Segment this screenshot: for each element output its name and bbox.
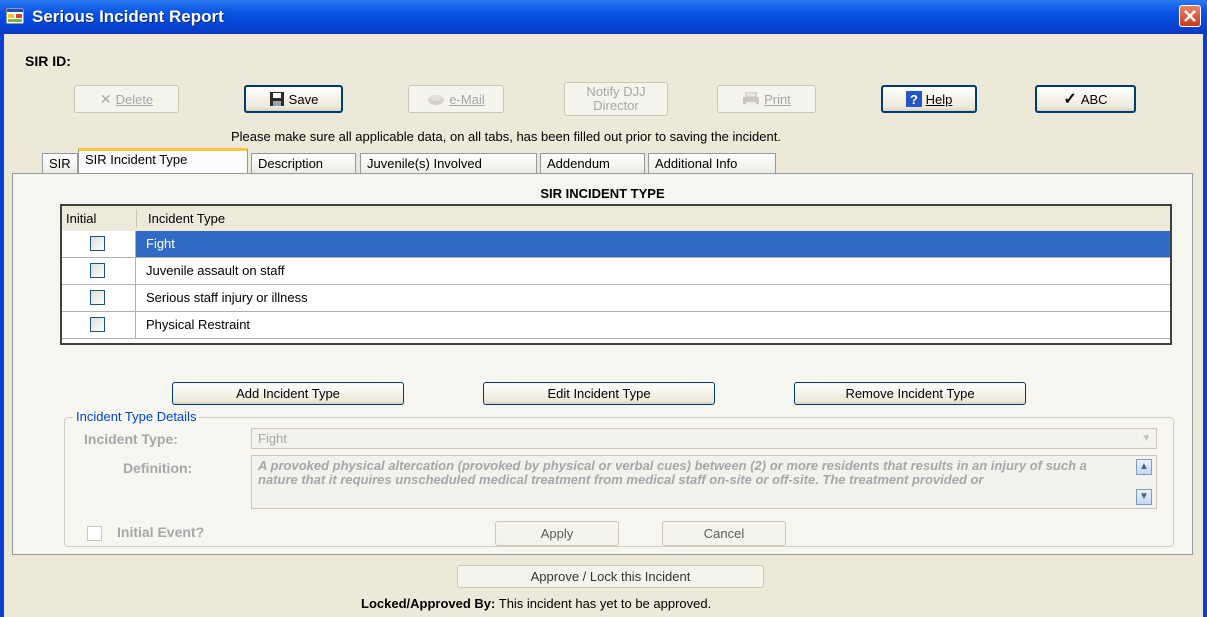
save-notice: Please make sure all applicable data, on… (231, 129, 781, 144)
tab-juveniles-involved[interactable]: Juvenile(s) Involved (360, 153, 537, 173)
email-icon (428, 95, 445, 105)
print-label: Print (764, 91, 791, 107)
initial-checkbox[interactable] (90, 236, 105, 251)
help-label: Help (925, 91, 953, 107)
add-incident-type-button[interactable]: Add Incident Type (172, 382, 404, 405)
initial-event-checkbox[interactable] (87, 526, 102, 541)
definition-text: A provoked physical altercation (provoke… (258, 458, 1087, 487)
initial-cell (62, 231, 136, 257)
locked-label: Locked/Approved By: (361, 596, 496, 611)
remove-incident-type-button[interactable]: Remove Incident Type (794, 382, 1026, 405)
incident-type-combobox[interactable]: Fight ▼ (251, 428, 1157, 449)
svg-text:?: ? (910, 92, 918, 107)
floppy-disk-icon (269, 92, 284, 106)
initial-checkbox[interactable] (90, 290, 105, 305)
definition-textarea[interactable]: A provoked physical altercation (provoke… (251, 455, 1157, 509)
table-row[interactable]: Fight (62, 231, 1170, 258)
notify-label-line1: Notify DJJ (586, 84, 646, 99)
tab-addendum[interactable]: Addendum (540, 153, 645, 173)
incident-type-cell: Fight (146, 236, 175, 251)
scroll-up-icon[interactable]: ▲ (1136, 459, 1152, 475)
locked-approved-status: Locked/Approved By: This incident has ye… (361, 596, 711, 611)
delete-button[interactable]: ✕ Delete (74, 85, 179, 113)
definition-label: Definition: (123, 460, 193, 476)
save-label: Save (288, 91, 319, 107)
table-row[interactable]: Serious staff injury or illness (62, 285, 1170, 312)
window-title: Serious Incident Report (32, 7, 224, 26)
client-area: SIR ID: ✕ Delete Save e-Mail Notify DJJ … (4, 34, 1203, 617)
scroll-down-icon[interactable]: ▼ (1136, 489, 1152, 505)
chevron-down-icon[interactable]: ▼ (1138, 430, 1155, 447)
details-legend: Incident Type Details (73, 409, 200, 424)
tab-description[interactable]: Description (251, 153, 356, 173)
window-frame: Serious Incident Report SIR ID: ✕ Delete… (0, 0, 1207, 617)
email-button[interactable]: e-Mail (408, 85, 504, 113)
panel-title: SIR INCIDENT TYPE (540, 186, 665, 201)
spell-check-label: ABC (1080, 91, 1108, 107)
close-button[interactable] (1179, 5, 1201, 27)
spell-check-button[interactable]: ✓ ABC (1035, 85, 1136, 113)
column-header-incident-type[interactable]: Incident Type (148, 211, 225, 226)
incident-type-cell: Juvenile assault on staff (146, 263, 285, 278)
title-bar[interactable]: Serious Incident Report (0, 0, 1207, 34)
app-form-icon (6, 8, 24, 24)
cancel-button[interactable]: Cancel (662, 521, 786, 546)
column-header-initial[interactable]: Initial (66, 211, 96, 226)
printer-icon (743, 92, 760, 106)
incident-type-cell: Serious staff injury or illness (146, 290, 308, 305)
locked-value: This incident has yet to be approved. (498, 596, 712, 611)
incident-type-value: Fight (258, 431, 287, 446)
approve-lock-button[interactable]: Approve / Lock this Incident (457, 565, 764, 588)
delete-x-icon: ✕ (99, 90, 112, 107)
tab-additional-info[interactable]: Additional Info (648, 153, 776, 173)
edit-incident-type-button[interactable]: Edit Incident Type (483, 382, 715, 405)
approve-label: Approve / Lock this Incident (530, 569, 691, 584)
apply-button[interactable]: Apply (495, 521, 619, 546)
incident-type-label: Incident Type: (84, 431, 178, 447)
notify-djj-director-button[interactable]: Notify DJJ Director (564, 82, 668, 116)
initial-cell (62, 258, 136, 284)
tab-sir[interactable]: SIR (42, 153, 78, 173)
initial-cell (62, 285, 136, 311)
grid-header: Initial Incident Type (62, 206, 1170, 232)
close-icon (1184, 10, 1196, 22)
table-row[interactable]: Juvenile assault on staff (62, 258, 1170, 285)
incident-type-panel: SIR INCIDENT TYPE Initial Incident Type … (12, 173, 1193, 555)
email-label: e-Mail (449, 91, 485, 107)
incident-type-cell: Physical Restraint (146, 317, 251, 332)
table-row[interactable]: Physical Restraint (62, 312, 1170, 339)
sir-id-label: SIR ID: (25, 53, 71, 69)
initial-cell (62, 312, 136, 338)
delete-label: Delete (115, 91, 154, 107)
save-button[interactable]: Save (244, 85, 343, 113)
tab-sir-incident-type[interactable]: SIR Incident Type (78, 148, 248, 173)
checkmark-icon: ✓ (1063, 91, 1077, 108)
column-divider (136, 209, 137, 228)
incident-type-details-group: Incident Type Details Incident Type: Fig… (64, 409, 1174, 547)
help-question-icon: ? (905, 91, 922, 107)
initial-checkbox[interactable] (90, 263, 105, 278)
print-button[interactable]: Print (717, 85, 816, 113)
initial-checkbox[interactable] (90, 317, 105, 332)
notify-label-line2: Director (593, 98, 639, 113)
help-button[interactable]: ? Help (881, 85, 977, 113)
initial-event-label: Initial Event? (117, 524, 205, 540)
incident-type-grid[interactable]: Initial Incident Type Fight Juvenile ass… (60, 204, 1172, 345)
